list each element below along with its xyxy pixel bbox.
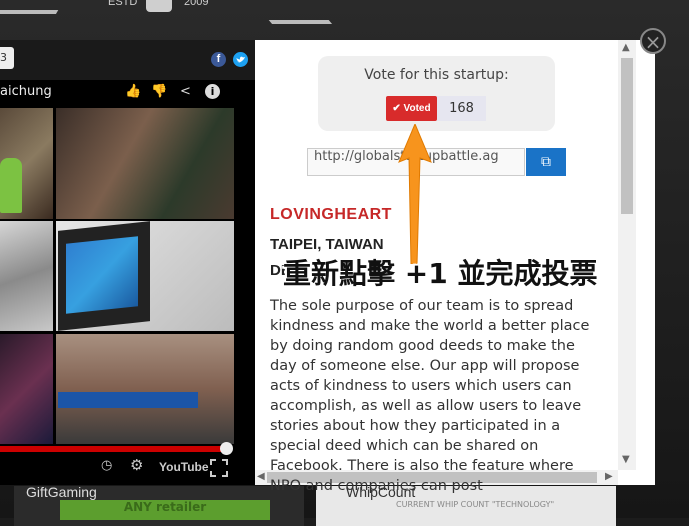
- gear-icon[interactable]: ⚙: [130, 456, 143, 474]
- youtube-logo[interactable]: YouTube: [159, 460, 209, 474]
- twitter-icon[interactable]: [233, 52, 248, 67]
- video-progress-knob[interactable]: [220, 442, 233, 455]
- startup-name: LOVINGHEART: [270, 206, 392, 223]
- video-thumbnail-6: [56, 334, 234, 444]
- video-thumbnail-2: [56, 108, 234, 219]
- voted-button[interactable]: ✔ Voted: [386, 96, 437, 121]
- share-icon[interactable]: <: [180, 84, 191, 99]
- scroll-right-icon[interactable]: ▶: [605, 471, 613, 482]
- vote-count: 168: [437, 96, 486, 121]
- android-figure: [0, 158, 22, 213]
- close-icon[interactable]: ×: [640, 28, 666, 54]
- logo-estd: ESTD: [108, 0, 138, 8]
- startup-location: TAIPEI, TAIWAN: [270, 236, 384, 253]
- vote-label: Vote for this startup:: [364, 67, 509, 83]
- tablet-screen: [66, 236, 138, 314]
- video-player[interactable]: 3 f aichung 👍 👎 < i ◷ ⚙ YouTube: [0, 40, 255, 485]
- scroll-up-icon[interactable]: ▲: [622, 42, 630, 53]
- copy-url-button[interactable]: ⧉: [526, 148, 566, 176]
- card-subtitle: CURRENT WHIP COUNT "TECHNOLOGY": [396, 500, 555, 509]
- annotation-arrow: [398, 124, 432, 264]
- vertical-scrollbar[interactable]: ▲ ▼: [618, 40, 636, 470]
- logo-wing-left: [0, 0, 65, 14]
- facebook-icon[interactable]: f: [211, 52, 226, 67]
- video-thumbnail-3: [0, 221, 53, 331]
- thumbs-up-icon[interactable]: 👍: [125, 84, 141, 99]
- vertical-scroll-thumb[interactable]: [621, 58, 633, 214]
- fullscreen-icon[interactable]: [210, 459, 228, 477]
- card-title-giftgaming: GiftGaming: [26, 484, 97, 500]
- card-banner: ANY retailer: [60, 500, 270, 520]
- copy-icon: ⧉: [541, 154, 551, 170]
- video-top-bar: 3 f: [0, 40, 255, 80]
- scroll-down-icon[interactable]: ▼: [622, 454, 630, 465]
- scroll-left-icon[interactable]: ◀: [257, 471, 265, 482]
- ping-pong-table: [58, 392, 198, 408]
- logo-mark: [146, 0, 172, 12]
- video-progress-bar[interactable]: [0, 446, 229, 452]
- info-icon[interactable]: i: [205, 84, 220, 99]
- video-title: aichung: [0, 84, 52, 99]
- vote-box: Vote for this startup: ✔ Voted 168: [318, 56, 555, 131]
- video-thumbnail-5: [0, 334, 53, 444]
- logo-year: 2009: [184, 0, 209, 8]
- thumbs-down-icon[interactable]: 👎: [151, 84, 167, 99]
- annotation-text: 重新點擊 +1 並完成投票: [283, 257, 598, 290]
- video-tab[interactable]: 3: [0, 47, 14, 69]
- startup-description: The sole purpose of our team is to sprea…: [270, 298, 590, 494]
- clock-icon[interactable]: ◷: [101, 458, 112, 473]
